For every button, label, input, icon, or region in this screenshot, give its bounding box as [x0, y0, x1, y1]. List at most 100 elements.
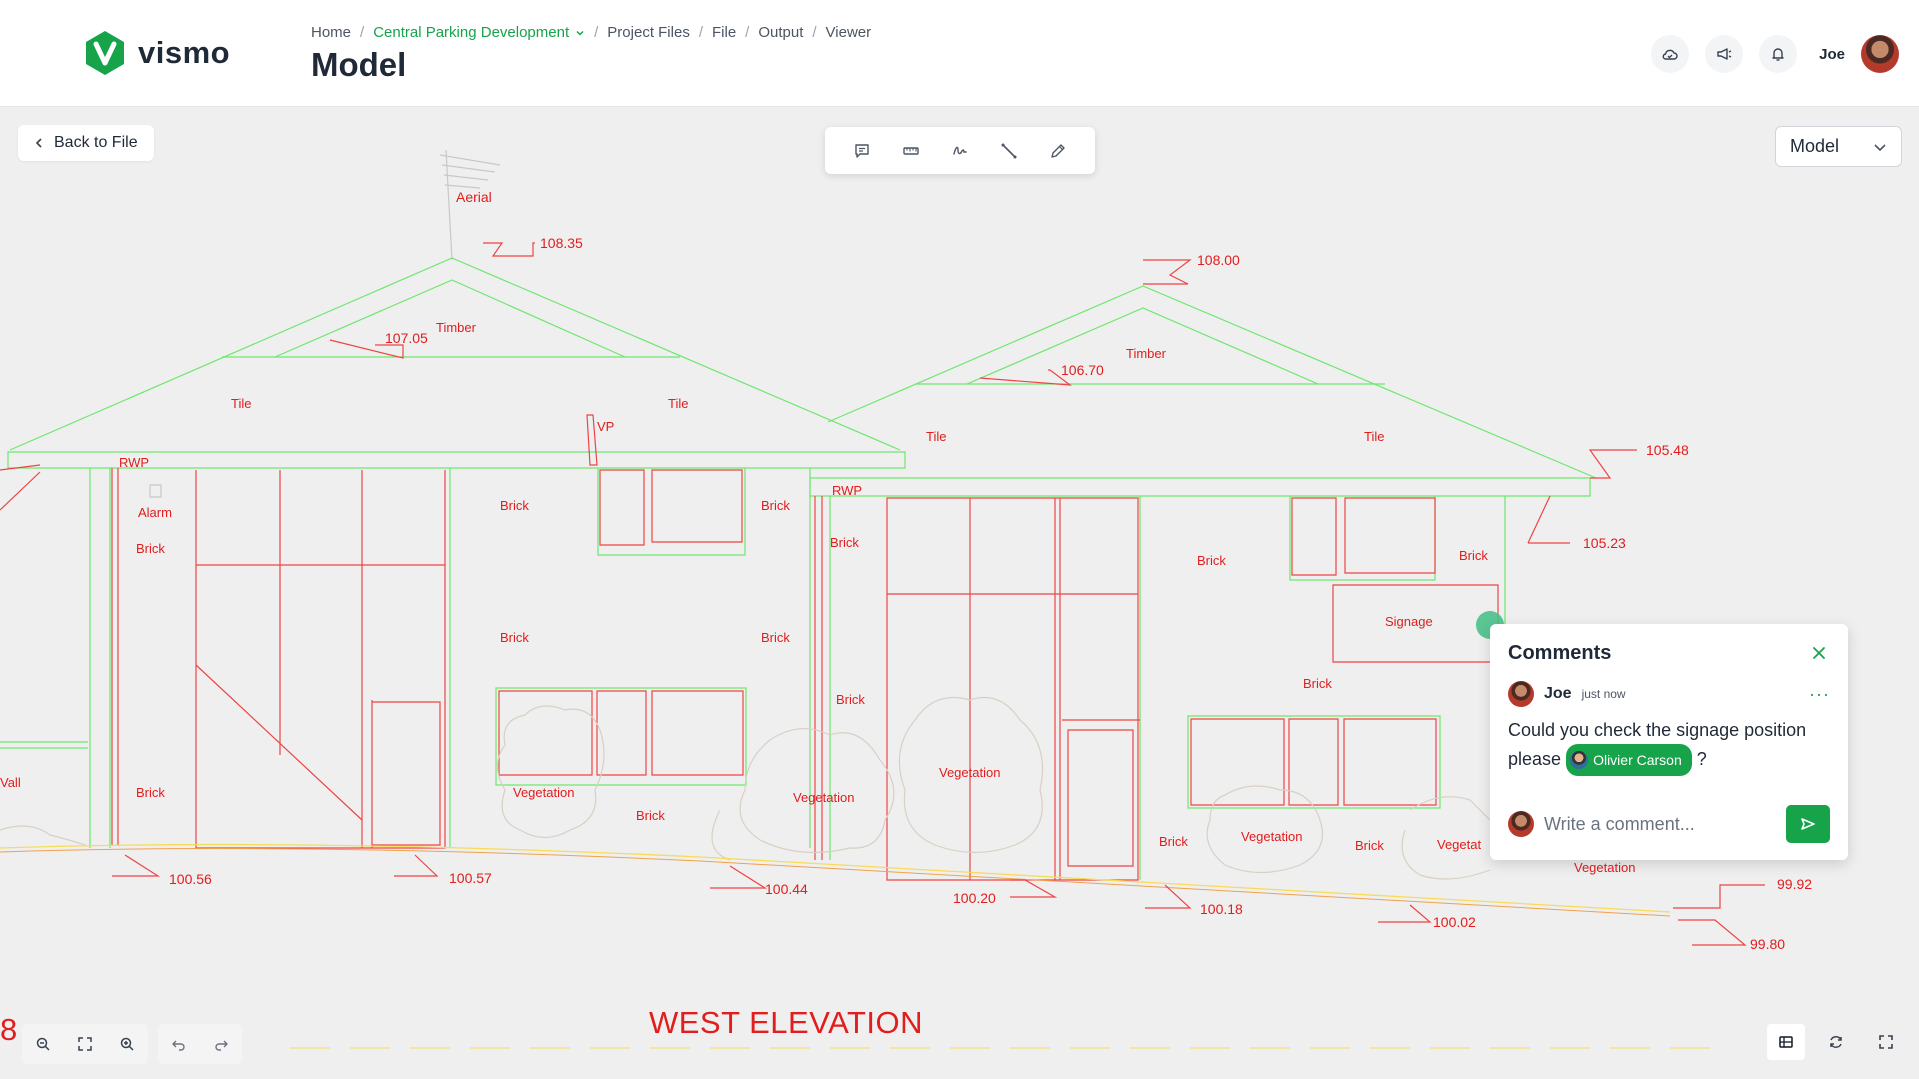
zoom-out-button[interactable]	[24, 1026, 62, 1062]
notifications-button[interactable]	[1759, 35, 1798, 73]
label-vegetation-1: Vegetation	[513, 785, 575, 800]
comments-panel: Comments Joe just now ··· Could you chec…	[1490, 624, 1848, 860]
breadcrumb: Home / Central Parking Development / Pro…	[311, 24, 872, 41]
label-tile-2: Tile	[668, 396, 689, 411]
model-select[interactable]: Model	[1775, 126, 1902, 167]
comment-author: Joe	[1544, 685, 1572, 702]
view-controls	[1767, 1024, 1905, 1060]
signature-icon	[953, 146, 967, 155]
tool-signature[interactable]	[946, 137, 974, 165]
label-tile-4: Tile	[1364, 429, 1385, 444]
label-brick-1: Brick	[136, 541, 165, 556]
rotate-icon	[1830, 1036, 1842, 1048]
label-level-10835: 108.35	[540, 235, 583, 251]
tool-ruler[interactable]	[897, 137, 925, 165]
walls-green	[0, 468, 1506, 880]
top-header: vismo Home / Central Parking Development…	[0, 0, 1919, 107]
label-brick-10: Brick	[836, 692, 865, 707]
comment-more-button[interactable]: ···	[1809, 684, 1830, 705]
tool-line-measure[interactable]	[995, 137, 1023, 165]
label-vegetation-5: Vegetat	[1437, 837, 1482, 852]
label-brick-5: Brick	[1197, 553, 1226, 568]
comment-header: Joe just now	[1508, 681, 1626, 707]
comment-input[interactable]	[1544, 813, 1776, 835]
breadcrumb-project[interactable]: Central Parking Development	[373, 24, 585, 41]
zoom-controls	[22, 1024, 148, 1064]
announcements-button[interactable]	[1705, 35, 1744, 73]
label-brick-14: Brick	[1355, 838, 1384, 853]
composer-avatar	[1508, 811, 1534, 837]
undo-icon	[172, 1040, 185, 1051]
label-alarm: Alarm	[138, 505, 172, 520]
chevron-down-icon	[1874, 143, 1886, 151]
send-comment-button[interactable]	[1786, 805, 1830, 843]
back-to-file-label: Back to File	[54, 134, 138, 151]
redo-icon	[215, 1040, 228, 1051]
label-brick-6: Brick	[1459, 548, 1488, 563]
comment-body-end: ?	[1696, 748, 1707, 769]
label-brick-9: Brick	[1303, 676, 1332, 691]
label-vegetation-4: Vegetation	[1241, 829, 1303, 844]
breadcrumb-home[interactable]: Home	[311, 24, 351, 41]
mention-avatar	[1570, 751, 1589, 769]
zoom-in-icon	[120, 1037, 134, 1051]
walls-red	[0, 414, 1499, 881]
close-comments-button[interactable]	[1808, 642, 1830, 664]
user-name[interactable]: Joe	[1819, 46, 1845, 63]
megaphone-icon	[1717, 48, 1732, 60]
zoom-in-button[interactable]	[108, 1026, 146, 1062]
comments-title: Comments	[1508, 642, 1612, 664]
breadcrumb-project-files[interactable]: Project Files	[607, 24, 690, 41]
breadcrumb-file[interactable]: File	[712, 24, 736, 41]
comment-composer	[1508, 804, 1830, 844]
rotate-view-button[interactable]	[1817, 1024, 1855, 1060]
drawing-title: WEST ELEVATION	[649, 1005, 923, 1040]
chevron-down-icon	[576, 30, 584, 36]
fullscreen-icon	[1879, 1035, 1893, 1049]
label-brick-4: Brick	[830, 535, 859, 550]
label-brick-11: Brick	[136, 785, 165, 800]
fit-to-screen-button[interactable]	[66, 1026, 104, 1062]
label-wall: Vall	[0, 775, 21, 790]
right-roof	[809, 285, 1597, 497]
back-to-file-button[interactable]: Back to File	[18, 125, 154, 161]
layers-button[interactable]	[1767, 1024, 1805, 1060]
mention-tag[interactable]: Olivier Carson	[1566, 744, 1692, 776]
label-level-10044: 100.44	[765, 881, 808, 897]
label-level-9980: 99.80	[1750, 936, 1786, 952]
redo-button[interactable]	[202, 1026, 240, 1062]
label-vp: VP	[597, 419, 615, 434]
viewer-toolbar	[825, 127, 1095, 174]
chevron-left-icon	[35, 138, 42, 148]
label-level-10548: 105.48	[1646, 442, 1689, 458]
tool-pencil[interactable]	[1044, 137, 1072, 165]
app-logo[interactable]: vismo	[84, 30, 230, 76]
model-select-value: Model	[1790, 136, 1840, 156]
breadcrumb-output[interactable]: Output	[758, 24, 803, 41]
undo-button[interactable]	[160, 1026, 198, 1062]
label-brick-13: Brick	[1159, 834, 1188, 849]
label-level-10705: 107.05	[385, 330, 428, 346]
label-timber-right: Timber	[1126, 346, 1166, 361]
fit-screen-icon	[78, 1037, 92, 1051]
label-level-10056: 100.56	[169, 871, 212, 887]
comment-author-avatar	[1508, 681, 1534, 707]
label-tile-3: Tile	[926, 429, 947, 444]
comment-time: just now	[1581, 687, 1626, 701]
user-avatar[interactable]	[1861, 35, 1899, 73]
label-edge-fragment: 8	[0, 1012, 18, 1047]
comment-icon	[854, 143, 869, 158]
layers-icon	[1779, 1036, 1793, 1048]
pencil-icon	[1051, 143, 1066, 158]
label-aerial: Aerial	[456, 189, 492, 205]
tool-comment[interactable]	[848, 137, 876, 165]
zoom-out-icon	[36, 1037, 50, 1051]
label-brick-2: Brick	[500, 498, 529, 513]
label-brick-8: Brick	[761, 630, 790, 645]
label-signage: Signage	[1385, 614, 1433, 629]
cad-elevation-drawing[interactable]	[0, 108, 1919, 1079]
cloud-sync-button[interactable]	[1651, 35, 1690, 73]
line-measure-icon	[1001, 143, 1017, 158]
fullscreen-button[interactable]	[1867, 1024, 1905, 1060]
label-brick-7: Brick	[500, 630, 529, 645]
